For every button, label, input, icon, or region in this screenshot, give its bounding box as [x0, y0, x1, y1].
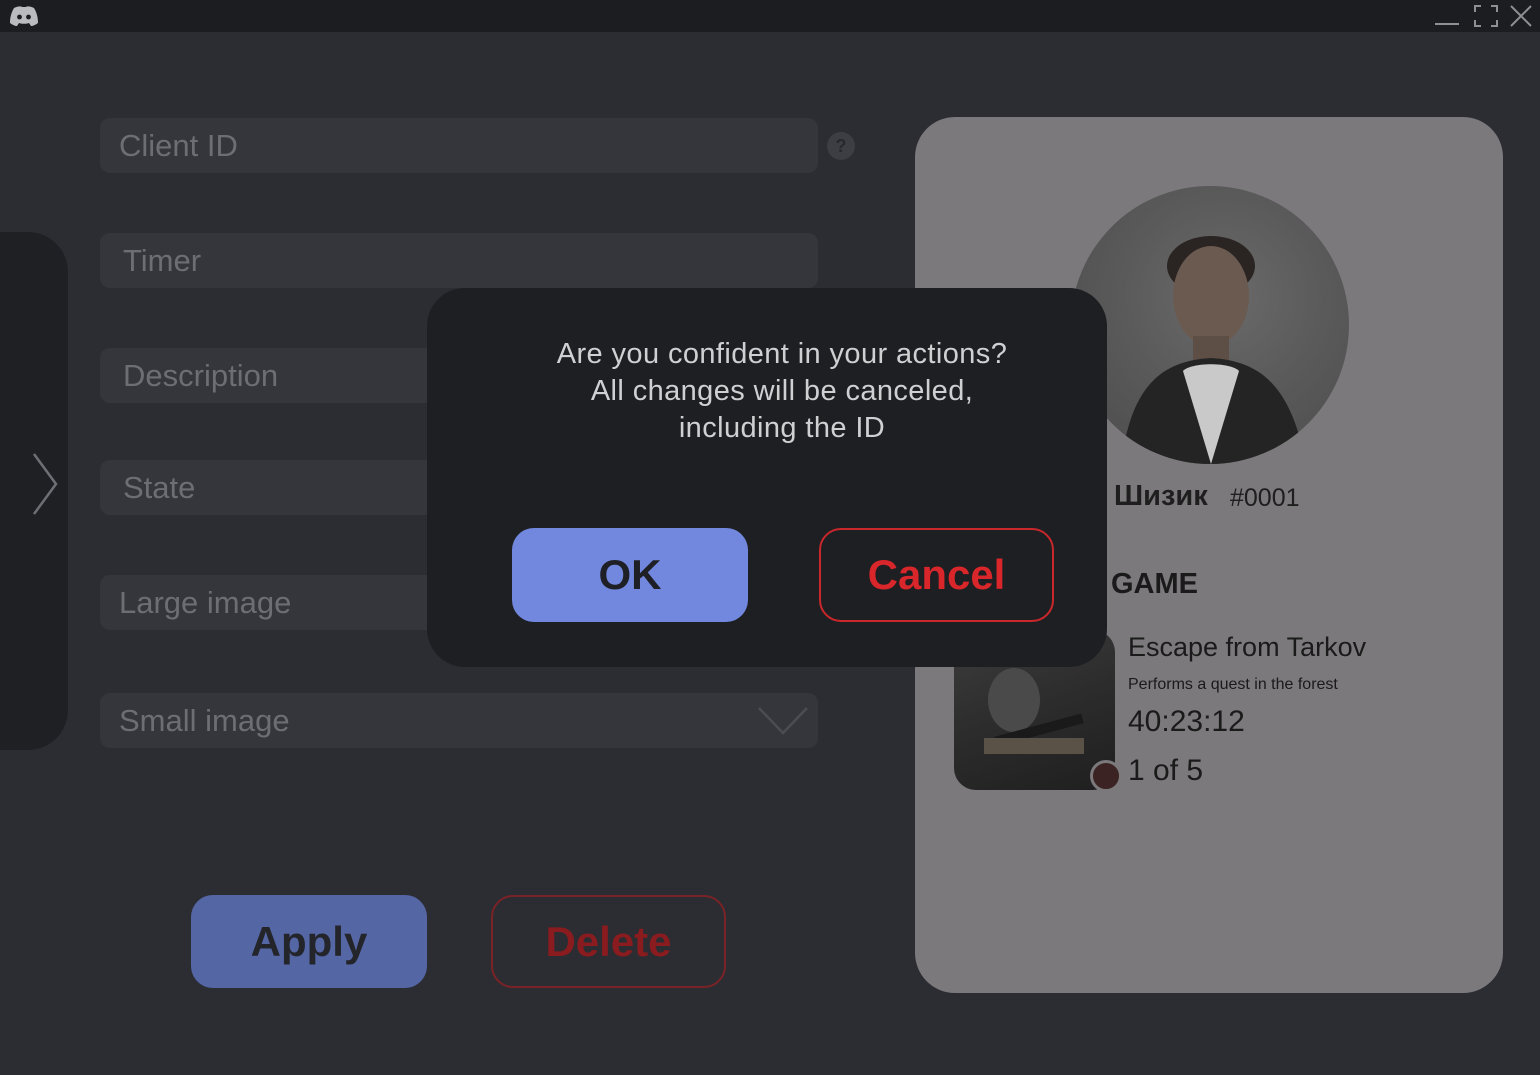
game-elapsed-time: 40:23:12 [1128, 705, 1245, 738]
dialog-message: Are you confident in your actions? All c… [427, 336, 1137, 447]
small-image-placeholder: Small image [119, 703, 290, 738]
chevron-right-icon[interactable] [30, 452, 60, 516]
discord-logo-icon [10, 6, 38, 27]
activity-section-title: GAME [1111, 568, 1198, 600]
small-game-image [1090, 760, 1122, 792]
dialog-message-line-1: Are you confident in your actions? [556, 338, 1008, 370]
username: Шизик [1114, 480, 1208, 512]
timer-field[interactable]: Timer [100, 233, 818, 288]
title-bar [0, 0, 1540, 32]
game-party-size: 1 of 5 [1128, 754, 1204, 787]
user-tag: #0001 [1230, 484, 1300, 512]
state-placeholder: State [123, 470, 196, 505]
client-id-field[interactable]: Client ID [100, 118, 818, 173]
dialog-message-line-2: All changes will be canceled, [590, 375, 974, 407]
help-icon[interactable]: ? [826, 131, 856, 161]
description-placeholder: Description [123, 358, 279, 393]
close-icon[interactable] [1507, 4, 1535, 28]
svg-text:?: ? [836, 136, 847, 156]
ok-button[interactable]: OK [512, 528, 748, 622]
game-name: Escape from Tarkov [1128, 632, 1367, 662]
maximize-icon[interactable] [1472, 4, 1500, 28]
game-details: Performs a quest in the forest [1128, 676, 1338, 693]
client-id-placeholder: Client ID [119, 128, 238, 163]
minimize-icon[interactable] [1433, 4, 1461, 28]
chevron-down-icon[interactable] [756, 703, 810, 737]
large-image-placeholder: Large image [119, 585, 292, 620]
apply-button[interactable]: Apply [191, 895, 427, 988]
confirm-dialog: Are you confident in your actions? All c… [427, 288, 1107, 667]
timer-placeholder: Timer [123, 243, 202, 278]
cancel-button[interactable]: Cancel [819, 528, 1054, 622]
delete-button[interactable]: Delete [491, 895, 726, 988]
small-image-select[interactable]: Small image [100, 693, 818, 748]
dialog-message-line-3: including the ID [678, 412, 886, 444]
